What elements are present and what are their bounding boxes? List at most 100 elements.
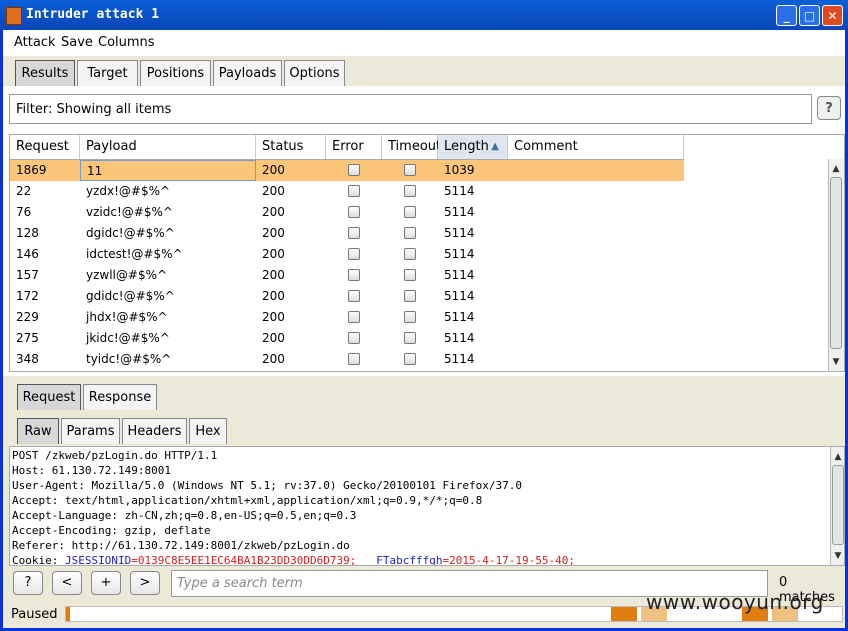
tab-target[interactable]: Target: [77, 60, 138, 86]
timeout-checkbox[interactable]: [404, 248, 416, 260]
minimize-button[interactable]: _: [776, 5, 797, 26]
col-payload[interactable]: Payload: [80, 135, 256, 159]
progress-fill: [66, 607, 70, 621]
cell-length: 5114: [444, 289, 475, 303]
error-checkbox[interactable]: [348, 227, 360, 239]
col-comment[interactable]: Comment: [508, 135, 684, 159]
pane-splitter[interactable]: [3, 376, 845, 380]
col-status[interactable]: Status: [256, 135, 326, 159]
table-row[interactable]: 157 yzwll@#$%^ 200 5114: [10, 265, 684, 286]
filter-bar[interactable]: Filter: Showing all items: [9, 94, 812, 124]
intruder-window: Intruder attack 1 _ □ ✕ Attack Save Colu…: [0, 0, 848, 631]
error-checkbox[interactable]: [348, 290, 360, 302]
scroll-down-arrow-icon[interactable]: ▼: [831, 549, 844, 563]
table-row[interactable]: 229 jhdx!@#$%^ 200 5114: [10, 307, 684, 328]
table-row[interactable]: 128 dgidc!@#$%^ 200 5114: [10, 223, 684, 244]
col-length[interactable]: Length ▲: [438, 135, 508, 159]
menu-attack[interactable]: Attack: [14, 35, 56, 50]
error-checkbox[interactable]: [348, 353, 360, 365]
tab-request[interactable]: Request: [17, 384, 81, 410]
cell-payload: jkidc!@#$%^: [86, 331, 170, 345]
timeout-checkbox[interactable]: [404, 227, 416, 239]
raw-line: Referer: http://61.130.72.149:8001/zkweb…: [12, 539, 350, 552]
cookie-value-ftab: =2015-4-17-19-55-40;: [442, 554, 575, 566]
cell-length: 1039: [444, 163, 475, 177]
cookie-name-jsessionid: JSESSIONID: [64, 554, 132, 566]
tab-payloads[interactable]: Payloads: [213, 60, 282, 86]
scroll-up-arrow-icon[interactable]: ▲: [829, 162, 843, 176]
results-scrollbar[interactable]: ▲ ▼: [828, 159, 844, 371]
maximize-button[interactable]: □: [799, 5, 820, 26]
error-checkbox[interactable]: [348, 332, 360, 344]
title-bar: Intruder attack 1 _ □ ✕: [0, 0, 848, 30]
tab-results[interactable]: Results: [15, 60, 75, 86]
progress-segment: [611, 607, 637, 621]
cell-length: 5114: [444, 331, 475, 345]
timeout-checkbox[interactable]: [404, 332, 416, 344]
scroll-down-arrow-icon[interactable]: ▼: [829, 355, 843, 369]
raw-line: Accept-Language: zh-CN,zh;q=0.8,en-US;q=…: [12, 509, 357, 522]
timeout-checkbox[interactable]: [404, 290, 416, 302]
tab-positions[interactable]: Positions: [140, 60, 211, 86]
cell-status: 200: [262, 310, 285, 324]
table-row[interactable]: 172 gdidc!@#$%^ 200 5114: [10, 286, 684, 307]
raw-line: POST /zkweb/pzLogin.do HTTP/1.1: [12, 449, 218, 462]
col-error[interactable]: Error: [326, 135, 382, 159]
scroll-up-arrow-icon[interactable]: ▲: [831, 450, 844, 464]
menu-bar: Attack Save Columns: [3, 30, 845, 56]
timeout-checkbox[interactable]: [404, 311, 416, 323]
cell-payload: idctest!@#$%^: [86, 247, 183, 261]
table-row[interactable]: 275 jkidc!@#$%^ 200 5114: [10, 328, 684, 349]
cell-length: 5114: [444, 226, 475, 240]
error-checkbox[interactable]: [348, 185, 360, 197]
search-help-button[interactable]: ?: [13, 571, 43, 595]
table-row[interactable]: 348 tyidc!@#$%^ 200 5114: [10, 349, 684, 370]
search-add-button[interactable]: +: [91, 571, 121, 595]
cell-payload: yzdx!@#$%^: [86, 184, 171, 198]
error-checkbox[interactable]: [348, 269, 360, 281]
raw-scrollbar[interactable]: ▲ ▼: [830, 447, 844, 565]
close-button[interactable]: ✕: [822, 5, 843, 26]
cell-status: 200: [262, 163, 285, 177]
cell-status: 200: [262, 289, 285, 303]
error-checkbox[interactable]: [348, 206, 360, 218]
raw-line: User-Agent: Mozilla/5.0 (Windows NT 5.1;…: [12, 479, 522, 492]
tab-options[interactable]: Options: [284, 60, 345, 86]
tab-params[interactable]: Params: [61, 418, 120, 444]
scroll-thumb[interactable]: [830, 177, 842, 349]
cell-status: 200: [262, 352, 285, 366]
col-timeout[interactable]: Timeout: [382, 135, 441, 159]
error-checkbox[interactable]: [348, 164, 360, 176]
table-row[interactable]: 1869 11 200 1039: [10, 160, 684, 181]
cell-request: 229: [16, 310, 39, 324]
tab-headers[interactable]: Headers: [122, 418, 187, 444]
table-row[interactable]: 146 idctest!@#$%^ 200 5114: [10, 244, 684, 265]
timeout-checkbox[interactable]: [404, 353, 416, 365]
raw-line: Accept-Encoding: gzip, deflate: [12, 524, 211, 537]
tab-separator: [3, 410, 845, 416]
menu-save[interactable]: Save: [61, 35, 93, 50]
search-previous-button[interactable]: <: [52, 571, 82, 595]
window-title: Intruder attack 1: [26, 7, 160, 22]
timeout-checkbox[interactable]: [404, 185, 416, 197]
menu-columns[interactable]: Columns: [98, 35, 155, 50]
timeout-checkbox[interactable]: [404, 164, 416, 176]
tab-raw[interactable]: Raw: [17, 418, 59, 444]
tab-response[interactable]: Response: [83, 384, 157, 410]
results-table: Request Payload Status Error Timeout Len…: [9, 134, 845, 372]
table-row[interactable]: 22 yzdx!@#$%^ 200 5114: [10, 181, 684, 202]
raw-request-editor[interactable]: POST /zkweb/pzLogin.do HTTP/1.1 Host: 61…: [9, 446, 845, 566]
cell-payload: gdidc!@#$%^: [86, 289, 175, 303]
tab-hex[interactable]: Hex: [189, 418, 227, 444]
timeout-checkbox[interactable]: [404, 269, 416, 281]
table-row[interactable]: 76 vzidc!@#$%^ 200 5114: [10, 202, 684, 223]
timeout-checkbox[interactable]: [404, 206, 416, 218]
col-request[interactable]: Request: [10, 135, 80, 159]
cell-payload: vzidc!@#$%^: [86, 205, 173, 219]
error-checkbox[interactable]: [348, 311, 360, 323]
cell-request: 348: [16, 352, 39, 366]
error-checkbox[interactable]: [348, 248, 360, 260]
search-next-button[interactable]: >: [130, 571, 160, 595]
filter-help-button[interactable]: ?: [817, 96, 841, 120]
scroll-thumb[interactable]: [832, 465, 844, 545]
